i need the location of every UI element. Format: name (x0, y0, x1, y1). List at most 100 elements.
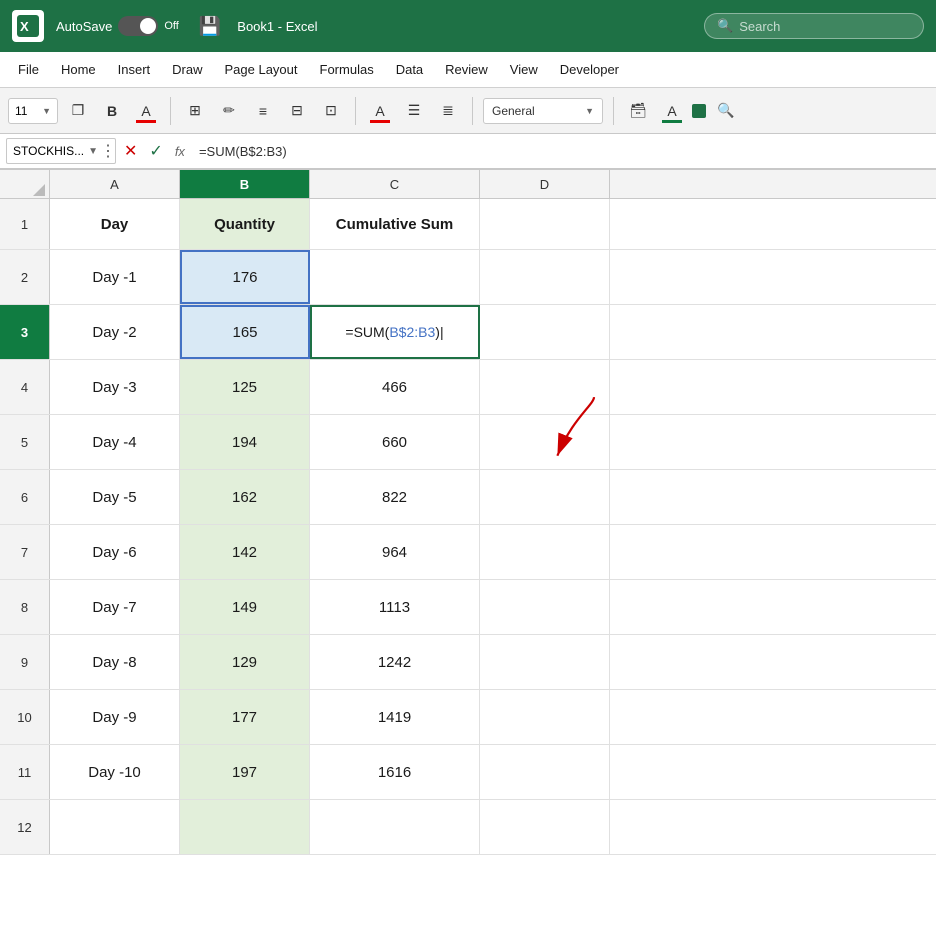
search-input[interactable] (739, 19, 899, 34)
cell-d7[interactable] (480, 525, 610, 579)
wrap-text[interactable]: ≣ (434, 97, 462, 125)
cell-b10[interactable]: 177 (180, 690, 310, 744)
row-num-10[interactable]: 10 (0, 690, 50, 744)
cell-b5[interactable]: 194 (180, 415, 310, 469)
row-num-7[interactable]: 7 (0, 525, 50, 579)
cell-c2[interactable] (310, 250, 480, 304)
cell-a11[interactable]: Day -10 (50, 745, 180, 799)
menu-home[interactable]: Home (51, 58, 106, 81)
font-color-button[interactable]: A (132, 97, 160, 125)
cell-d8[interactable] (480, 580, 610, 634)
row-num-12[interactable]: 12 (0, 800, 50, 854)
cell-c10[interactable]: 1419 (310, 690, 480, 744)
row-num-11[interactable]: 11 (0, 745, 50, 799)
cell-d12[interactable] (480, 800, 610, 854)
menu-draw[interactable]: Draw (162, 58, 212, 81)
cell-a8[interactable]: Day -7 (50, 580, 180, 634)
cell-c11[interactable]: 1616 (310, 745, 480, 799)
cell-a4[interactable]: Day -3 (50, 360, 180, 414)
cell-a10[interactable]: Day -9 (50, 690, 180, 744)
align-center[interactable]: ≡ (249, 97, 277, 125)
menu-file[interactable]: File (8, 58, 49, 81)
fill-color-button[interactable]: A (366, 97, 394, 125)
cell-b6[interactable]: 162 (180, 470, 310, 524)
cell-c3[interactable]: =SUM(B$2:B3)| (310, 305, 480, 359)
highlight-icon[interactable]: A (658, 97, 686, 125)
cell-b2[interactable]: 176 (180, 250, 310, 304)
search-box[interactable]: 🔍 (704, 13, 924, 39)
row-num-3[interactable]: 3 (0, 305, 50, 359)
clipboard-icon[interactable]: ❐ (64, 97, 92, 125)
cell-a2[interactable]: Day -1 (50, 250, 180, 304)
cell-a1[interactable]: Day (50, 199, 180, 249)
border-button[interactable]: ⊞ (181, 97, 209, 125)
cell-d1[interactable] (480, 199, 610, 249)
cell-d6[interactable] (480, 470, 610, 524)
cell-b11[interactable]: 197 (180, 745, 310, 799)
confirm-button[interactable]: ✓ (145, 139, 166, 163)
cell-a5[interactable]: Day -4 (50, 415, 180, 469)
cell-b9[interactable]: 129 (180, 635, 310, 689)
cell-a3[interactable]: Day -2 (50, 305, 180, 359)
col-header-b[interactable]: B (180, 170, 310, 198)
cell-d10[interactable] (480, 690, 610, 744)
conditional-format[interactable]: 🗃 (624, 97, 652, 125)
cell-b1[interactable]: Quantity (180, 199, 310, 249)
menu-review[interactable]: Review (435, 58, 498, 81)
menu-developer[interactable]: Developer (550, 58, 629, 81)
menu-insert[interactable]: Insert (108, 58, 161, 81)
row-num-4[interactable]: 4 (0, 360, 50, 414)
autosave-toggle[interactable] (118, 16, 158, 36)
format-icon[interactable]: ⊡ (317, 97, 345, 125)
workbook-title: Book1 - Excel (237, 19, 317, 34)
menu-view[interactable]: View (500, 58, 548, 81)
cell-c8[interactable]: 1113 (310, 580, 480, 634)
cell-d9[interactable] (480, 635, 610, 689)
col-header-d[interactable]: D (480, 170, 610, 198)
cell-c6[interactable]: 822 (310, 470, 480, 524)
row-num-6[interactable]: 6 (0, 470, 50, 524)
cell-c4[interactable]: 466 (310, 360, 480, 414)
row-num-1[interactable]: 1 (0, 199, 50, 249)
name-box[interactable]: STOCKHIS... ▼ ⋮ (6, 138, 116, 164)
cell-b7[interactable]: 142 (180, 525, 310, 579)
cell-d5[interactable] (480, 415, 610, 469)
cell-c1[interactable]: Cumulative Sum (310, 199, 480, 249)
cell-c12[interactable] (310, 800, 480, 854)
eraser-icon[interactable]: ✏ (215, 97, 243, 125)
col-header-c[interactable]: C (310, 170, 480, 198)
row-num-5[interactable]: 5 (0, 415, 50, 469)
cell-c9[interactable]: 1242 (310, 635, 480, 689)
cell-a7[interactable]: Day -6 (50, 525, 180, 579)
col-header-a[interactable]: A (50, 170, 180, 198)
cell-d3[interactable] (480, 305, 610, 359)
save-icon[interactable]: 💾 (199, 16, 221, 37)
menu-page-layout[interactable]: Page Layout (215, 58, 308, 81)
number-format-box[interactable]: General ▼ (483, 98, 603, 124)
cell-a9[interactable]: Day -8 (50, 635, 180, 689)
row-num-9[interactable]: 9 (0, 635, 50, 689)
cell-d2[interactable] (480, 250, 610, 304)
menu-data[interactable]: Data (386, 58, 433, 81)
cancel-button[interactable]: ✕ (120, 139, 141, 163)
cell-b12[interactable] (180, 800, 310, 854)
search-ribbon-icon[interactable]: 🔍 (712, 97, 740, 125)
formula-input[interactable] (193, 142, 930, 161)
cell-d4[interactable] (480, 360, 610, 414)
bold-button[interactable]: B (98, 97, 126, 125)
cell-b3[interactable]: 165 (180, 305, 310, 359)
cell-a12[interactable] (50, 800, 180, 854)
font-size-box[interactable]: 11 ▼ (8, 98, 58, 124)
row-num-8[interactable]: 8 (0, 580, 50, 634)
cell-a6[interactable]: Day -5 (50, 470, 180, 524)
menu-formulas[interactable]: Formulas (310, 58, 384, 81)
cell-c5[interactable]: 660 (310, 415, 480, 469)
align-left[interactable]: ☰ (400, 97, 428, 125)
cell-b8[interactable]: 149 (180, 580, 310, 634)
cell-d11[interactable] (480, 745, 610, 799)
font-size-value: 11 (15, 104, 27, 118)
table-icon[interactable]: ⊟ (283, 97, 311, 125)
cell-c7[interactable]: 964 (310, 525, 480, 579)
cell-b4[interactable]: 125 (180, 360, 310, 414)
row-num-2[interactable]: 2 (0, 250, 50, 304)
